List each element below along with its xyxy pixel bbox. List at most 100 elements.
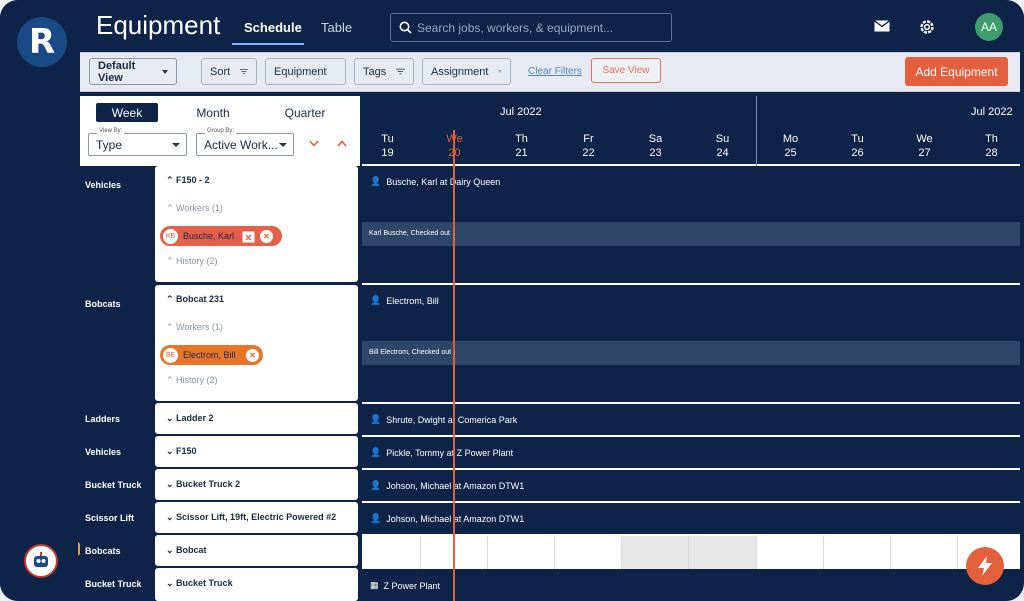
page-title: Equipment	[96, 10, 221, 40]
day-header[interactable]: Su 24	[689, 132, 756, 160]
day-header[interactable]: Sa 23	[622, 132, 689, 160]
view-month-toggle[interactable]: Month	[182, 103, 244, 122]
chevron-down-icon[interactable]: ⌄	[166, 578, 176, 588]
view-quarter-toggle[interactable]: Quarter	[274, 103, 336, 122]
assignment-event[interactable]: ▦ Z Power Plant	[370, 580, 440, 591]
day-header[interactable]: Th 28	[958, 132, 1024, 160]
equipment-filter-button[interactable]: Equipment	[265, 58, 346, 85]
equipment-card[interactable]: ⌃ F150 - 2 ⌃ Workers (1) KB Busche, Karl…	[155, 166, 358, 282]
day-cell[interactable]	[555, 536, 622, 569]
day-header[interactable]: Fr 22	[555, 132, 622, 160]
day-of-week: Fr	[583, 133, 594, 145]
assignment-event[interactable]: 👤 Busche, Karl at Dairy Queen	[370, 176, 500, 187]
checkout-band[interactable]: Karl Busche, Checked out	[362, 222, 1020, 246]
equipment-card[interactable]: ⌄ Scissor Lift, 19ft, Electric Powered #…	[155, 502, 358, 533]
assignment-event[interactable]: 👤 Johson, Michael at Amazon DTW1	[370, 513, 524, 524]
person-icon: 👤	[370, 176, 382, 186]
view-by-label: View By:	[97, 128, 125, 134]
day-cell[interactable]	[824, 536, 891, 569]
day-cell[interactable]	[891, 536, 958, 569]
equipment-row: Scissor Lift ⌄ Scissor Lift, 19ft, Elect…	[80, 502, 360, 534]
equipment-name-text: Bucket Truck	[176, 578, 233, 588]
sort-button[interactable]: Sort	[201, 58, 257, 85]
view-by-select[interactable]: View By: Type	[88, 128, 187, 156]
chevron-up-icon[interactable]: ⌃	[166, 175, 176, 185]
assignment-event[interactable]: 👤 Electrom, Bill	[370, 295, 439, 306]
equipment-card[interactable]: ⌄ Ladder 2	[155, 403, 358, 434]
equipment-name-text: F150	[176, 446, 197, 456]
equipment-card[interactable]: ⌄ Bobcat	[155, 535, 358, 566]
group-by-value: Active Work...	[204, 138, 278, 152]
assignment-event[interactable]: 👤 Pickle, Tommy at Z Power Plant	[370, 447, 513, 458]
chevron-up-icon: ⌃	[166, 203, 177, 213]
equipment-name: ⌄ Ladder 2	[166, 413, 214, 424]
robot-avatar-icon[interactable]	[24, 544, 58, 578]
user-avatar[interactable]: AA	[975, 13, 1003, 41]
equipment-card[interactable]: ⌃ Bobcat 231 ⌃ Workers (1) BE Electrom, …	[155, 285, 358, 401]
day-header[interactable]: Tu 19	[354, 132, 421, 160]
day-of-week: Th	[515, 133, 528, 145]
chevron-down-icon[interactable]	[309, 140, 319, 147]
day-cell[interactable]	[362, 536, 421, 569]
chevron-up-icon: ⌃	[166, 322, 177, 332]
equipment-card[interactable]: ⌄ F150	[155, 436, 358, 467]
app-logo[interactable]: R	[17, 17, 67, 67]
save-view-button[interactable]: Save View	[591, 58, 661, 83]
history-section-toggle[interactable]: ⌃ History (2)	[166, 375, 218, 386]
search-input[interactable]	[417, 18, 667, 38]
clear-filters-link[interactable]: Clear Filters	[528, 66, 582, 77]
chevron-down-icon[interactable]: ⌄	[166, 413, 176, 423]
chevron-down-icon	[162, 69, 168, 74]
day-cell[interactable]	[488, 536, 555, 569]
group-by-select[interactable]: Group By: Active Work...	[196, 128, 294, 156]
day-header[interactable]: Th 21	[488, 132, 555, 160]
assignment-filter-button[interactable]: Assignment	[422, 58, 511, 85]
workers-section-toggle[interactable]: ⌃ Workers (1)	[166, 203, 223, 214]
filter-toolbar: Default View Sort Equipment Tags Assignm…	[80, 52, 1020, 92]
workers-count: Workers (1)	[176, 203, 223, 213]
weekend-cell[interactable]	[689, 536, 757, 569]
day-header[interactable]: We 27	[891, 132, 958, 160]
app-window: R Equipment Schedule Table AA Default Vi…	[0, 0, 1024, 601]
chevron-down-icon[interactable]: ⌄	[166, 446, 176, 456]
gear-icon[interactable]	[918, 18, 936, 36]
lightning-icon[interactable]	[966, 547, 1004, 585]
empty-schedule-row[interactable]	[362, 536, 1020, 569]
default-view-select[interactable]: Default View	[89, 58, 177, 85]
history-section-toggle[interactable]: ⌃ History (2)	[166, 256, 218, 267]
equipment-row: Bucket Truck ⌄ Bucket Truck	[80, 568, 360, 601]
equipment-row: Bobcats ⌄ Bobcat	[80, 535, 360, 567]
day-header[interactable]: Tu 26	[824, 132, 891, 160]
chevron-down-icon[interactable]: ⌄	[166, 479, 176, 489]
checkout-band[interactable]: Bill Electrom, Checked out	[362, 341, 1020, 365]
worker-chip[interactable]: KB Busche, Karl ✕	[160, 226, 282, 246]
event-label: Johson, Michael at Amazon DTW1	[386, 480, 525, 491]
calendar-x-icon[interactable]	[242, 230, 255, 243]
tags-filter-button[interactable]: Tags	[354, 58, 414, 85]
event-label: Electrom, Bill	[386, 295, 439, 306]
day-cell[interactable]	[757, 536, 824, 569]
assignment-filter-label: Assignment	[431, 65, 489, 78]
close-icon[interactable]: ✕	[246, 348, 259, 362]
chevron-up-icon[interactable]: ⌃	[166, 294, 176, 304]
schedule-calendar: Jul 2022 Jul 2022 Tu19 We20 Th21 Fr22 Sa…	[362, 96, 1020, 601]
assignment-event[interactable]: 👤 Johson, Michael at Amazon DTW1	[370, 480, 524, 491]
day-header[interactable]: Mo 25	[757, 132, 824, 160]
mail-icon[interactable]	[874, 20, 890, 32]
chevron-up-icon: ⌃	[166, 375, 177, 385]
view-week-toggle[interactable]: Week	[96, 103, 158, 122]
tab-schedule[interactable]: Schedule	[244, 20, 302, 35]
add-equipment-button[interactable]: Add Equipment	[905, 57, 1008, 86]
chevron-down-icon[interactable]: ⌄	[166, 512, 176, 522]
search-box[interactable]	[390, 13, 672, 42]
chevron-down-icon[interactable]: ⌄	[166, 545, 176, 555]
tab-table[interactable]: Table	[321, 20, 352, 35]
close-icon[interactable]: ✕	[260, 229, 273, 243]
weekend-cell[interactable]	[622, 536, 689, 569]
equipment-card[interactable]: ⌄ Bucket Truck 2	[155, 469, 358, 500]
equipment-card[interactable]: ⌄ Bucket Truck	[155, 568, 358, 601]
workers-section-toggle[interactable]: ⌃ Workers (1)	[166, 322, 223, 333]
assignment-event[interactable]: 👤 Shrute, Dwight at Comerica Park	[370, 414, 517, 425]
worker-chip[interactable]: BE Electrom, Bill ✕	[160, 345, 263, 365]
chevron-up-icon[interactable]	[337, 140, 347, 147]
